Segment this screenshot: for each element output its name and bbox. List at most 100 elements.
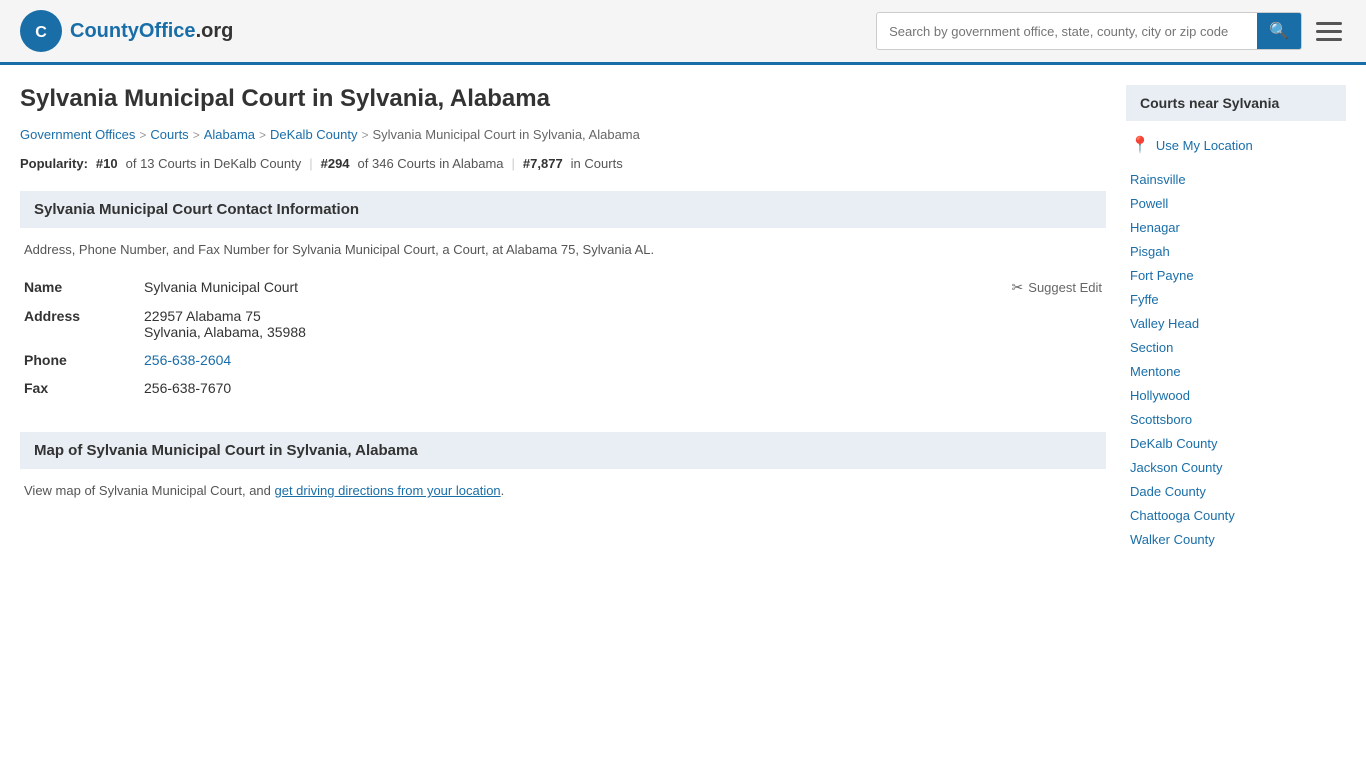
popularity-rank3-text: in Courts [571,156,623,171]
sidebar: Courts near Sylvania 📍 Use My Location R… [1126,85,1346,551]
phone-label: Phone [20,346,140,374]
table-row-name: Name Sylvania Municipal Court ✂ Suggest … [20,273,1106,302]
page-title: Sylvania Municipal Court in Sylvania, Al… [20,85,1106,113]
sidebar-link-4[interactable]: Fort Payne [1130,268,1194,283]
map-section-header: Map of Sylvania Municipal Court in Sylva… [20,432,1106,469]
contact-section-header: Sylvania Municipal Court Contact Informa… [20,191,1106,228]
list-item: Mentone [1126,359,1346,383]
list-item: Powell [1126,191,1346,215]
address-line2: Sylvania, Alabama, 35988 [144,324,1102,340]
svg-text:C: C [35,24,47,41]
fax-label: Fax [20,374,140,402]
address-value: 22957 Alabama 75 Sylvania, Alabama, 3598… [140,302,1106,346]
breadcrumb-sep-1: > [139,128,146,142]
breadcrumb-sep-4: > [361,128,368,142]
sidebar-link-11[interactable]: DeKalb County [1130,436,1217,451]
breadcrumb-sep-3: > [259,128,266,142]
search-icon: 🔍 [1269,23,1289,40]
list-item: Scottsboro [1126,407,1346,431]
name-value: Sylvania Municipal Court ✂ Suggest Edit [140,273,1106,302]
use-location-row: 📍 Use My Location [1126,135,1346,155]
pop-divider-2: | [512,156,515,171]
name-label: Name [20,273,140,302]
map-description: View map of Sylvania Municipal Court, an… [20,483,1106,498]
list-item: Fort Payne [1126,263,1346,287]
list-item: Fyffe [1126,287,1346,311]
map-desc-start: View map of Sylvania Municipal Court, an… [24,483,275,498]
hamburger-line-3 [1316,38,1342,41]
sidebar-link-0[interactable]: Rainsville [1130,172,1186,187]
sidebar-link-7[interactable]: Section [1130,340,1173,355]
search-button[interactable]: 🔍 [1257,13,1301,49]
sidebar-link-12[interactable]: Jackson County [1130,460,1223,475]
popularity-rank2: #294 [321,156,350,171]
suggest-edit-label: Suggest Edit [1028,280,1102,295]
popularity-label: Popularity: [20,156,88,171]
list-item: DeKalb County [1126,431,1346,455]
hamburger-line-1 [1316,22,1342,25]
address-label: Address [20,302,140,346]
sidebar-link-2[interactable]: Henagar [1130,220,1180,235]
menu-button[interactable] [1312,18,1346,45]
list-item: Section [1126,335,1346,359]
table-row-phone: Phone 256-638-2604 [20,346,1106,374]
list-item: Henagar [1126,215,1346,239]
location-pin-icon: 📍 [1130,135,1150,155]
breadcrumb-link-courts[interactable]: Courts [150,127,188,142]
list-item: Walker County [1126,527,1346,551]
sidebar-link-10[interactable]: Scottsboro [1130,412,1192,427]
driving-directions-link[interactable]: get driving directions from your locatio… [275,483,501,498]
popularity-rank1-text: of 13 Courts in DeKalb County [126,156,302,171]
logo-area: C CountyOffice.org [20,10,233,52]
content-area: Sylvania Municipal Court in Sylvania, Al… [20,85,1106,551]
use-my-location-link[interactable]: Use My Location [1156,138,1253,153]
sidebar-link-14[interactable]: Chattooga County [1130,508,1235,523]
breadcrumb-link-alabama[interactable]: Alabama [204,127,255,142]
sidebar-links-list: Rainsville Powell Henagar Pisgah Fort Payne F… [1126,167,1346,551]
sidebar-link-6[interactable]: Valley Head [1130,316,1199,331]
main-container: Sylvania Municipal Court in Sylvania, Al… [0,65,1366,571]
list-item: Pisgah [1126,239,1346,263]
popularity-rank3: #7,877 [523,156,563,171]
breadcrumb-link-dekalb[interactable]: DeKalb County [270,127,357,142]
sidebar-link-1[interactable]: Powell [1130,196,1168,211]
map-section: Map of Sylvania Municipal Court in Sylva… [20,432,1106,498]
table-row-fax: Fax 256-638-7670 [20,374,1106,402]
popularity-rank2-text: of 346 Courts in Alabama [358,156,504,171]
search-bar: 🔍 [876,12,1302,50]
pop-divider-1: | [309,156,312,171]
edit-icon: ✂ [1012,279,1024,296]
phone-link[interactable]: 256-638-2604 [144,352,231,368]
contact-section: Sylvania Municipal Court Contact Informa… [20,191,1106,402]
list-item: Hollywood [1126,383,1346,407]
site-header: C CountyOffice.org 🔍 [0,0,1366,65]
list-item: Jackson County [1126,455,1346,479]
logo-icon: C [20,10,62,52]
fax-value: 256-638-7670 [140,374,1106,402]
address-line1: 22957 Alabama 75 [144,308,1102,324]
list-item: Dade County [1126,479,1346,503]
list-item: Valley Head [1126,311,1346,335]
map-desc-end: . [501,483,505,498]
sidebar-link-8[interactable]: Mentone [1130,364,1181,379]
header-right: 🔍 [876,12,1346,50]
breadcrumb-link-gov[interactable]: Government Offices [20,127,135,142]
popularity-rank1: #10 [96,156,118,171]
sidebar-link-5[interactable]: Fyffe [1130,292,1159,307]
contact-table: Name Sylvania Municipal Court ✂ Suggest … [20,273,1106,402]
sidebar-header: Courts near Sylvania [1126,85,1346,121]
list-item: Rainsville [1126,167,1346,191]
contact-description: Address, Phone Number, and Fax Number fo… [20,242,1106,257]
sidebar-link-9[interactable]: Hollywood [1130,388,1190,403]
sidebar-link-13[interactable]: Dade County [1130,484,1206,499]
suggest-edit-button[interactable]: ✂ Suggest Edit [1012,279,1102,296]
table-row-address: Address 22957 Alabama 75 Sylvania, Alaba… [20,302,1106,346]
list-item: Chattooga County [1126,503,1346,527]
popularity-bar: Popularity: #10 of 13 Courts in DeKalb C… [20,156,1106,171]
sidebar-link-3[interactable]: Pisgah [1130,244,1170,259]
phone-value: 256-638-2604 [140,346,1106,374]
sidebar-link-15[interactable]: Walker County [1130,532,1215,547]
breadcrumb-sep-2: > [193,128,200,142]
search-input[interactable] [877,16,1257,47]
logo-text: CountyOffice.org [70,20,233,43]
